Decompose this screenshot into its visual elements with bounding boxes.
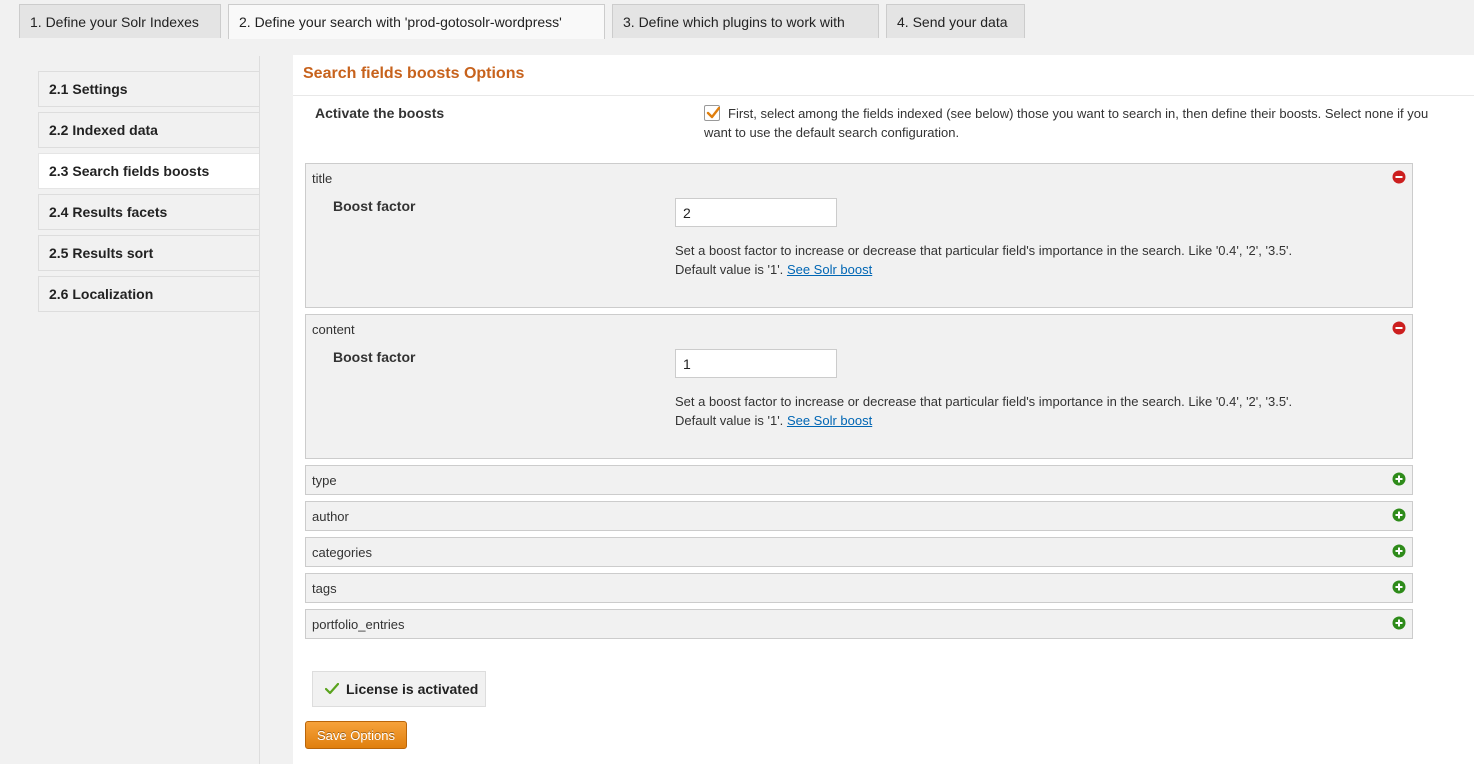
sidebar-item-label: 2.1 Settings — [49, 81, 128, 97]
sidebar-item-localization[interactable]: 2.6 Localization — [38, 276, 260, 312]
save-options-label: Save Options — [316, 727, 396, 743]
license-status: License is activated — [312, 671, 486, 707]
tab-define-search[interactable]: 2. Define your search with 'prod-gotosol… — [228, 4, 605, 39]
see-solr-boost-link[interactable]: See Solr boost — [787, 413, 872, 428]
tab-define-plugins[interactable]: 3. Define which plugins to work with — [612, 4, 879, 38]
boost-description-text: Set a boost factor to increase or decrea… — [675, 243, 1293, 277]
sidebar-item-label: 2.2 Indexed data — [49, 122, 158, 138]
field-name: type — [312, 473, 337, 488]
section-divider — [293, 95, 1474, 96]
field-box-categories[interactable]: categories — [305, 537, 1413, 567]
tab-label: 4. Send your data — [897, 13, 1008, 30]
field-box-author[interactable]: author — [305, 501, 1413, 531]
minus-circle-icon[interactable] — [1392, 170, 1406, 184]
activate-boosts-label: Activate the boosts — [315, 105, 445, 121]
minus-circle-icon[interactable] — [1392, 321, 1406, 335]
activate-boosts-description: First, select among the fields indexed (… — [704, 106, 1429, 140]
boost-description-text: Set a boost factor to increase or decrea… — [675, 394, 1293, 428]
field-name: categories — [312, 545, 372, 560]
checkmark-icon — [325, 683, 339, 695]
sidebar-item-label: 2.5 Results sort — [49, 245, 154, 261]
sidebar-divider — [259, 56, 260, 764]
sidebar-item-label: 2.3 Search fields boosts — [49, 163, 210, 179]
field-name: title — [312, 171, 333, 186]
field-name: portfolio_entries — [312, 617, 405, 632]
field-box-title: title Boost factor Set a boost factor to… — [305, 163, 1413, 308]
plus-circle-icon[interactable] — [1392, 508, 1406, 522]
tab-send-data[interactable]: 4. Send your data — [886, 4, 1025, 38]
boost-factor-label: Boost factor — [333, 198, 416, 214]
plus-circle-icon[interactable] — [1392, 544, 1406, 558]
tab-label: 1. Define your Solr Indexes — [30, 13, 199, 30]
sidebar-item-results-facets[interactable]: 2.4 Results facets — [38, 194, 260, 230]
save-options-button[interactable]: Save Options — [305, 721, 407, 749]
sidebar-item-label: 2.6 Localization — [49, 286, 154, 302]
sidebar-item-indexed-data[interactable]: 2.2 Indexed data — [38, 112, 260, 148]
sidebar-item-results-sort[interactable]: 2.5 Results sort — [38, 235, 260, 271]
boost-factor-input-content[interactable] — [675, 349, 837, 378]
field-name: tags — [312, 581, 337, 596]
tab-label: 3. Define which plugins to work with — [623, 13, 845, 30]
field-box-tags[interactable]: tags — [305, 573, 1413, 603]
tab-define-solr-indexes[interactable]: 1. Define your Solr Indexes — [19, 4, 221, 38]
plus-circle-icon[interactable] — [1392, 616, 1406, 630]
checkbox-check-icon — [706, 106, 720, 119]
section-title: Search fields boosts Options — [303, 65, 525, 82]
plus-circle-icon[interactable] — [1392, 580, 1406, 594]
field-name: author — [312, 509, 349, 524]
tab-label: 2. Define your search with 'prod-gotosol… — [239, 14, 562, 30]
license-label: License is activated — [346, 681, 479, 697]
boost-factor-label: Boost factor — [333, 349, 416, 365]
field-name: content — [312, 322, 355, 337]
sidebar-item-settings[interactable]: 2.1 Settings — [38, 71, 260, 107]
main-panel: Search fields boosts Options Activate th… — [293, 55, 1474, 764]
sidebar-item-label: 2.4 Results facets — [49, 204, 168, 220]
field-box-type[interactable]: type — [305, 465, 1413, 495]
field-box-content: content Boost factor Set a boost factor … — [305, 314, 1413, 459]
boost-factor-description: Set a boost factor to increase or decrea… — [675, 392, 1305, 430]
top-tabs: 1. Define your Solr Indexes 2. Define yo… — [0, 0, 1474, 40]
boost-factor-input-title[interactable] — [675, 198, 837, 227]
activate-boosts-checkbox[interactable] — [704, 105, 720, 121]
sidebar: 2.1 Settings 2.2 Indexed data 2.3 Search… — [38, 71, 260, 317]
field-box-portfolio-entries[interactable]: portfolio_entries — [305, 609, 1413, 639]
sidebar-item-search-fields-boosts[interactable]: 2.3 Search fields boosts — [38, 153, 260, 189]
boost-factor-description: Set a boost factor to increase or decrea… — [675, 241, 1305, 279]
plus-circle-icon[interactable] — [1392, 472, 1406, 486]
see-solr-boost-link[interactable]: See Solr boost — [787, 262, 872, 277]
